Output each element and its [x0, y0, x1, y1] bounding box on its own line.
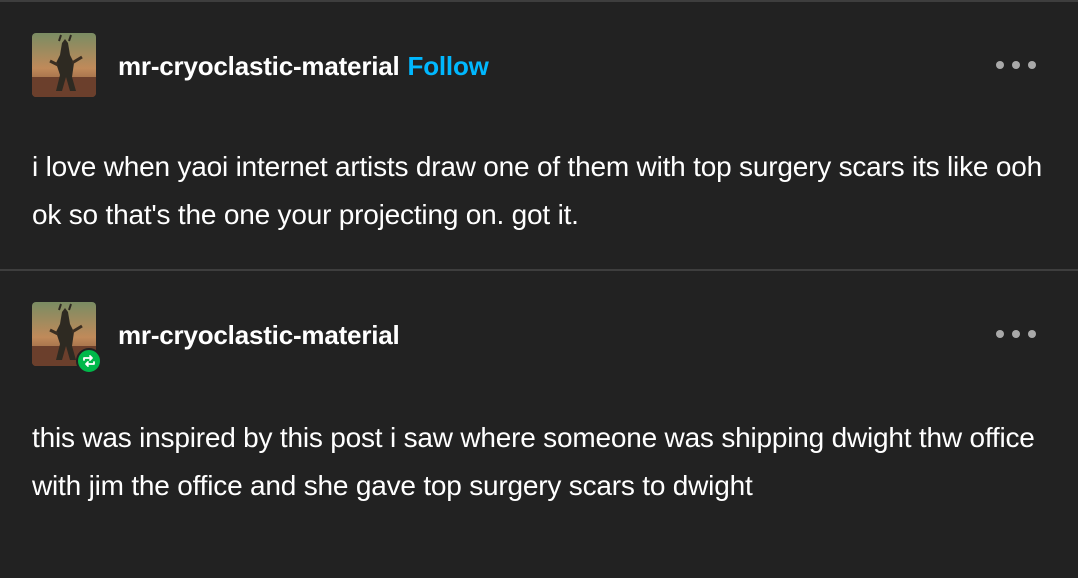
ellipsis-icon: [996, 330, 1004, 338]
post-reblog: mr-cryoclastic-material this was inspire…: [0, 271, 1078, 578]
ellipsis-dot: [1012, 61, 1020, 69]
more-options-button[interactable]: [996, 55, 1036, 75]
reblog-icon: [76, 348, 102, 374]
username-link[interactable]: mr-cryoclastic-material: [118, 51, 400, 81]
post-author-line: mr-cryoclastic-material Follow: [118, 51, 489, 81]
username-link[interactable]: mr-cryoclastic-material: [118, 320, 400, 350]
post-body-text: this was inspired by this post i saw whe…: [32, 422, 1035, 501]
ellipsis-dot: [1012, 330, 1020, 338]
post-header: mr-cryoclastic-material Follow: [32, 33, 1046, 97]
follow-button[interactable]: Follow: [408, 51, 489, 81]
post-original: mr-cryoclastic-material Follow i love whe…: [0, 2, 1078, 269]
more-options-button[interactable]: [996, 324, 1036, 344]
avatar-image: [32, 33, 96, 97]
ellipsis-dot: [1028, 61, 1036, 69]
avatar[interactable]: [32, 33, 96, 97]
post-author-line: mr-cryoclastic-material: [118, 320, 400, 350]
ellipsis-icon: [996, 61, 1004, 69]
ellipsis-dot: [1028, 330, 1036, 338]
post-header: mr-cryoclastic-material: [32, 302, 1046, 374]
post-body-text: i love when yaoi internet artists draw o…: [32, 151, 1042, 230]
